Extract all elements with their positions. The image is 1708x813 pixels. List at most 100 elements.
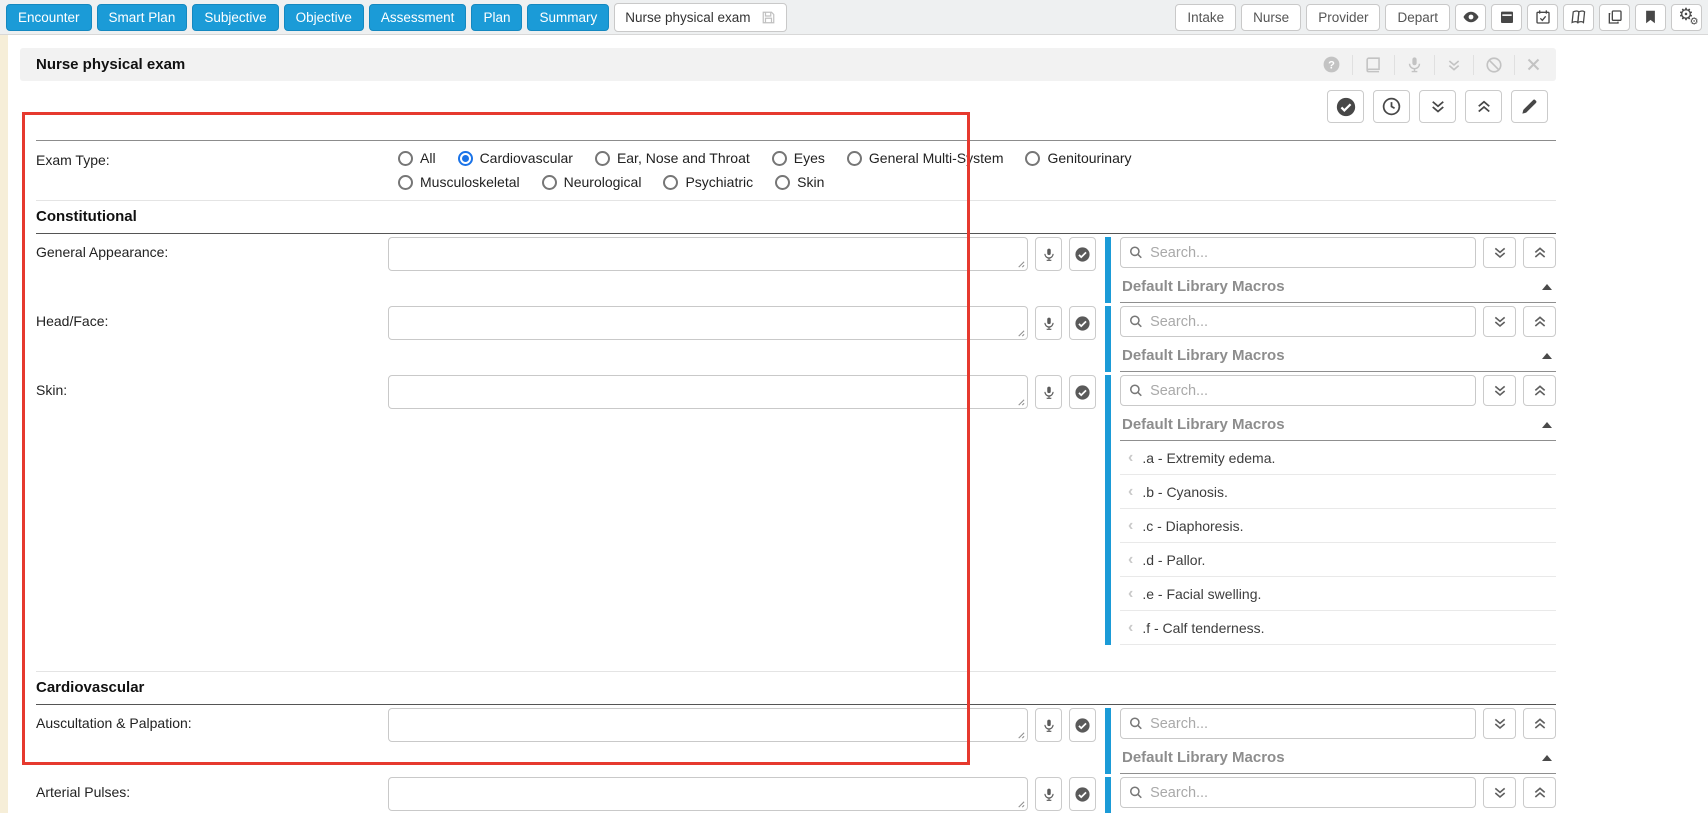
book-icon[interactable]: [1563, 4, 1594, 31]
radio-psychiatric[interactable]: Psychiatric: [663, 174, 753, 190]
complete-check-button[interactable]: [1327, 90, 1364, 123]
default-library-macros-header[interactable]: Default Library Macros: [1120, 342, 1556, 372]
macro-search-input[interactable]: [1150, 314, 1467, 330]
radio-eyes[interactable]: Eyes: [772, 150, 825, 166]
stage-nurse-button[interactable]: Nurse: [1241, 4, 1301, 31]
microphone-icon[interactable]: [1394, 55, 1434, 75]
radio-all[interactable]: All: [398, 150, 436, 166]
radio-circle[interactable]: [847, 151, 862, 166]
collapse-caret-icon[interactable]: [1542, 353, 1552, 359]
dictate-mic-button[interactable]: [1035, 237, 1062, 271]
nav-plan[interactable]: Plan: [471, 4, 522, 31]
close-icon[interactable]: [1514, 55, 1552, 75]
radio-neurological[interactable]: Neurological: [542, 174, 642, 190]
auscultation-palpation-textarea[interactable]: [388, 708, 1028, 742]
macro-search[interactable]: [1120, 777, 1476, 808]
default-library-macros-header[interactable]: Default Library Macros: [1120, 411, 1556, 441]
stage-depart-button[interactable]: Depart: [1385, 4, 1450, 31]
nav-smart-plan[interactable]: Smart Plan: [97, 4, 188, 31]
nav-summary[interactable]: Summary: [527, 4, 609, 31]
default-library-macros-header[interactable]: Default Library Macros: [1120, 744, 1556, 774]
calendar-check-icon[interactable]: [1527, 4, 1558, 31]
default-library-macros-header[interactable]: Default Library Macros: [1120, 273, 1556, 303]
normal-check-button[interactable]: [1069, 777, 1096, 811]
radio-circle[interactable]: [772, 151, 787, 166]
nav-objective[interactable]: Objective: [284, 4, 364, 31]
radio-circle[interactable]: [398, 151, 413, 166]
dictate-mic-button[interactable]: [1035, 777, 1062, 811]
macro-expand-button[interactable]: [1483, 237, 1516, 268]
arterial-pulses-textarea[interactable]: [388, 777, 1028, 811]
collapse-all-button[interactable]: [1465, 90, 1502, 123]
radio-circle[interactable]: [775, 175, 790, 190]
macro-expand-button[interactable]: [1483, 306, 1516, 337]
macro-item[interactable]: ‹.c - Diaphoresis.: [1120, 509, 1556, 543]
macro-search[interactable]: [1120, 708, 1476, 739]
stage-intake-button[interactable]: Intake: [1175, 4, 1236, 31]
archive-box-icon[interactable]: [1491, 4, 1522, 31]
radio-circle[interactable]: [542, 175, 557, 190]
nav-subjective[interactable]: Subjective: [192, 4, 278, 31]
head-face-textarea[interactable]: [388, 306, 1028, 340]
macro-item[interactable]: ‹.e - Facial swelling.: [1120, 577, 1556, 611]
nav-encounter[interactable]: Encounter: [6, 4, 92, 31]
radio-general-multi-system[interactable]: General Multi-System: [847, 150, 1004, 166]
collapse-caret-icon[interactable]: [1542, 755, 1552, 761]
expand-all-button[interactable]: [1419, 90, 1456, 123]
macro-search[interactable]: [1120, 237, 1476, 268]
help-icon[interactable]: ?: [1311, 55, 1352, 75]
nav-assessment[interactable]: Assessment: [369, 4, 467, 31]
radio-circle[interactable]: [398, 175, 413, 190]
gears-icon[interactable]: ⚙⚙: [1671, 4, 1702, 31]
edit-pencil-button[interactable]: [1511, 90, 1548, 123]
macro-search-input[interactable]: [1150, 785, 1467, 801]
macro-search[interactable]: [1120, 375, 1476, 406]
skin-textarea[interactable]: [388, 375, 1028, 409]
dictate-mic-button[interactable]: [1035, 708, 1062, 742]
general-appearance-textarea[interactable]: [388, 237, 1028, 271]
macro-search-input[interactable]: [1150, 383, 1467, 399]
macro-expand-button[interactable]: [1483, 375, 1516, 406]
normal-check-button[interactable]: [1069, 306, 1096, 340]
radio-cardiovascular[interactable]: Cardiovascular: [458, 150, 573, 166]
bookmark-icon[interactable]: [1635, 4, 1666, 31]
radio-circle[interactable]: [595, 151, 610, 166]
library-book-icon[interactable]: [1352, 55, 1394, 75]
radio-circle[interactable]: [458, 151, 473, 166]
macro-collapse-button[interactable]: [1523, 306, 1556, 337]
save-icon[interactable]: [761, 10, 776, 25]
macro-search-input[interactable]: [1150, 245, 1467, 261]
macro-search-input[interactable]: [1150, 716, 1467, 732]
macro-search[interactable]: [1120, 306, 1476, 337]
dictate-mic-button[interactable]: [1035, 375, 1062, 409]
macro-expand-button[interactable]: [1483, 708, 1516, 739]
history-clock-button[interactable]: [1373, 90, 1410, 123]
macro-item[interactable]: ‹.a - Extremity edema.: [1120, 441, 1556, 475]
collapse-caret-icon[interactable]: [1542, 422, 1552, 428]
radio-circle[interactable]: [663, 175, 678, 190]
stage-provider-button[interactable]: Provider: [1306, 4, 1380, 31]
normal-check-button[interactable]: [1069, 375, 1096, 409]
macro-collapse-button[interactable]: [1523, 375, 1556, 406]
collapse-caret-icon[interactable]: [1542, 284, 1552, 290]
copy-icon[interactable]: [1599, 4, 1630, 31]
macro-collapse-button[interactable]: [1523, 777, 1556, 808]
macro-item[interactable]: ‹.b - Cyanosis.: [1120, 475, 1556, 509]
macro-expand-button[interactable]: [1483, 777, 1516, 808]
radio-skin[interactable]: Skin: [775, 174, 824, 190]
normal-check-button[interactable]: [1069, 708, 1096, 742]
normal-check-button[interactable]: [1069, 237, 1096, 271]
radio-musculoskeletal[interactable]: Musculoskeletal: [398, 174, 520, 190]
macro-collapse-button[interactable]: [1523, 237, 1556, 268]
active-tab-nurse-physical-exam[interactable]: Nurse physical exam: [614, 3, 786, 32]
radio-ear-nose-throat[interactable]: Ear, Nose and Throat: [595, 150, 750, 166]
macro-collapse-button[interactable]: [1523, 708, 1556, 739]
dictate-mic-button[interactable]: [1035, 306, 1062, 340]
eye-icon[interactable]: [1455, 4, 1486, 31]
macro-item[interactable]: ‹.d - Pallor.: [1120, 543, 1556, 577]
collapse-panel-icon[interactable]: [1434, 55, 1473, 75]
macro-item[interactable]: ‹.f - Calf tenderness.: [1120, 611, 1556, 645]
ban-icon[interactable]: [1473, 55, 1514, 75]
radio-circle[interactable]: [1025, 151, 1040, 166]
radio-genitourinary[interactable]: Genitourinary: [1025, 150, 1131, 166]
